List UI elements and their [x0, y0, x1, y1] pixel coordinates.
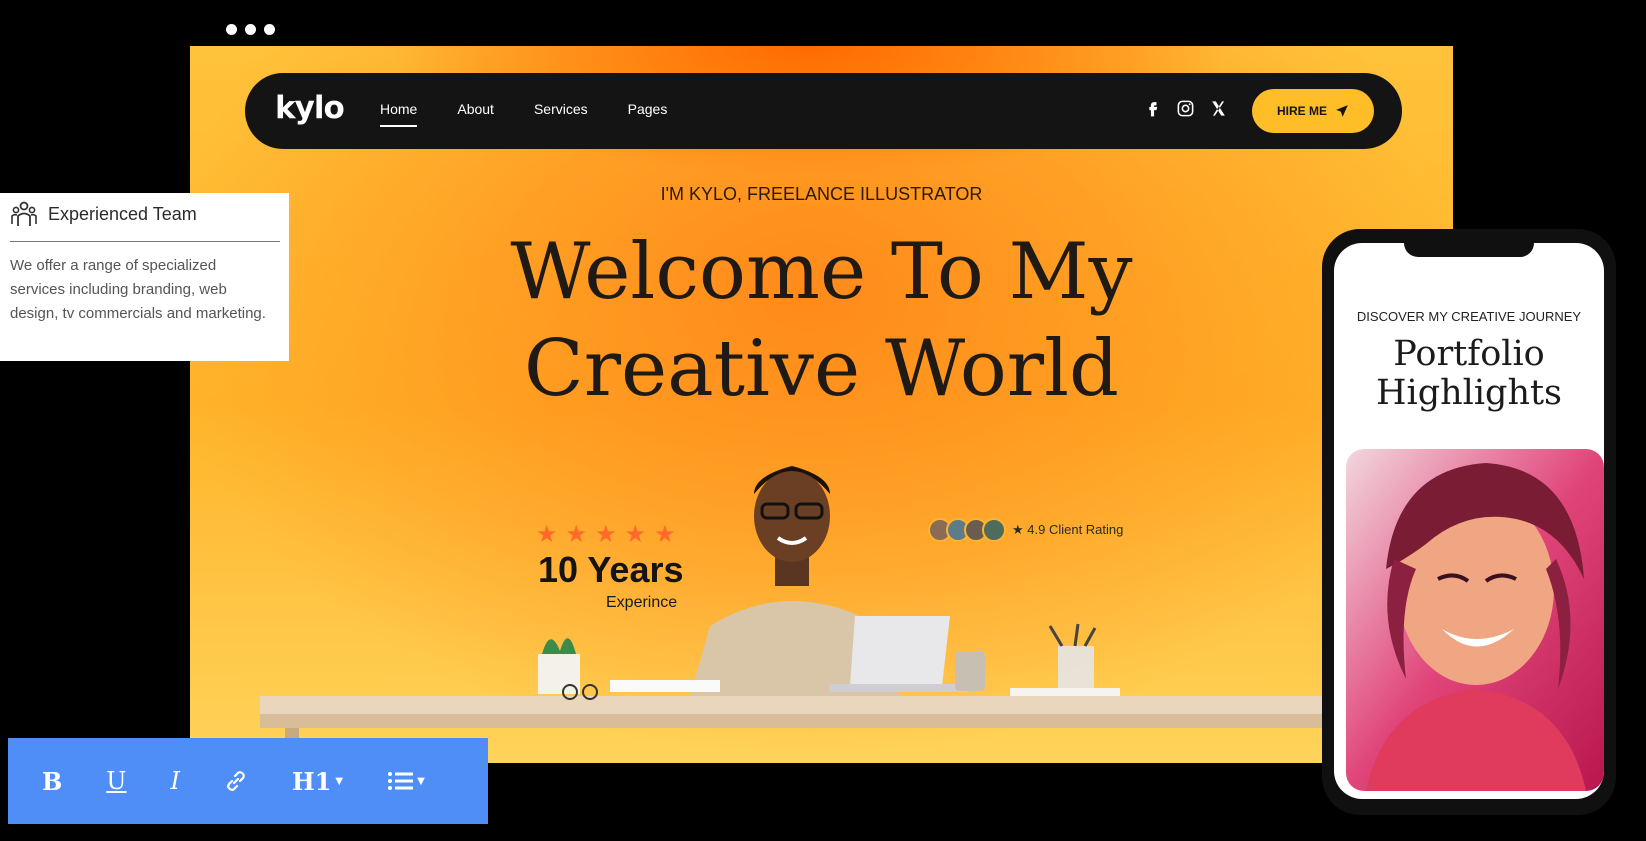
- phone-eyebrow: DISCOVER MY CREATIVE JOURNEY: [1356, 309, 1582, 324]
- facebook-icon[interactable]: [1143, 99, 1162, 118]
- headline-line: Welcome To My: [510, 227, 1133, 317]
- headline-line: Creative World: [524, 324, 1119, 414]
- nav-home[interactable]: Home: [380, 101, 418, 127]
- hire-me-button[interactable]: HIRE ME: [1252, 89, 1374, 133]
- heading-button[interactable]: H1 ▼: [292, 767, 343, 796]
- portfolio-image[interactable]: [1346, 449, 1604, 791]
- card-header: Experienced Team: [10, 199, 279, 229]
- rating-text: ★ 4.9 Client Rating: [1012, 522, 1124, 537]
- team-icon: [11, 201, 37, 226]
- phone-mockup: DISCOVER MY CREATIVE JOURNEY Portfolio H…: [1322, 229, 1616, 815]
- rating-stars: ★ ★ ★ ★ ★: [536, 520, 676, 549]
- card-title: Experienced Team: [48, 203, 197, 224]
- x-icon[interactable]: [1209, 99, 1228, 118]
- hire-me-label: HIRE ME: [1276, 104, 1327, 118]
- social-links: [1143, 99, 1228, 118]
- divider: [10, 241, 280, 242]
- window-dot[interactable]: [226, 24, 237, 35]
- list-icon: [388, 772, 414, 790]
- website-preview: kylo Home About Services Pages HIRE ME I…: [190, 46, 1453, 763]
- window-dot[interactable]: [245, 24, 256, 35]
- italic-button[interactable]: I: [171, 767, 180, 795]
- phone-title: Portfolio Highlights: [1334, 335, 1604, 413]
- bold-button[interactable]: B: [42, 767, 62, 796]
- link-button[interactable]: [224, 769, 248, 793]
- client-rating: ★ 4.9 Client Rating: [928, 518, 1124, 542]
- send-icon: [1336, 105, 1348, 117]
- link-icon: [227, 771, 245, 791]
- window-controls: [226, 24, 275, 35]
- years-stat: 10 Years: [538, 549, 684, 590]
- nav-links: Home About Services Pages: [380, 101, 707, 127]
- star-icon: ★: [565, 521, 588, 548]
- title-line: Highlights: [1375, 373, 1563, 413]
- star-icon: ★: [624, 521, 647, 548]
- phone-screen: DISCOVER MY CREATIVE JOURNEY Portfolio H…: [1334, 243, 1604, 799]
- experienced-team-card: Experienced Team We offer a range of spe…: [0, 193, 289, 361]
- list-button[interactable]: ▼: [387, 770, 425, 792]
- hero-eyebrow: I'M KYLO, FREELANCE ILLUSTRATOR: [660, 184, 983, 204]
- experience-label: Experince: [606, 594, 678, 611]
- client-avatars: [928, 518, 1006, 542]
- text-format-toolbar: B U I H1 ▼ ▼: [8, 738, 488, 824]
- instagram-icon[interactable]: [1176, 99, 1195, 118]
- avatar: [982, 518, 1006, 542]
- nav-services[interactable]: Services: [534, 101, 588, 117]
- nav-about[interactable]: About: [457, 101, 494, 117]
- heading-label: H1: [292, 766, 332, 796]
- star-icon: ★: [595, 521, 617, 548]
- hero-photo: [260, 466, 1380, 763]
- phone-notch: [1404, 243, 1534, 257]
- star-icon: ★: [654, 521, 676, 548]
- star-icon: ★: [536, 521, 558, 548]
- hero-headline: Welcome To My Creative World: [190, 224, 1453, 418]
- chevron-down-icon: ▼: [417, 775, 425, 787]
- navbar: kylo Home About Services Pages HIRE ME: [245, 73, 1402, 149]
- chevron-down-icon: ▼: [335, 775, 344, 787]
- window-dot[interactable]: [264, 24, 275, 35]
- title-line: Portfolio: [1393, 334, 1545, 374]
- card-text: We offer a range of specialized services…: [10, 257, 266, 322]
- underline-button[interactable]: U: [106, 767, 126, 795]
- site-logo[interactable]: kylo: [275, 90, 345, 126]
- nav-pages[interactable]: Pages: [628, 101, 668, 117]
